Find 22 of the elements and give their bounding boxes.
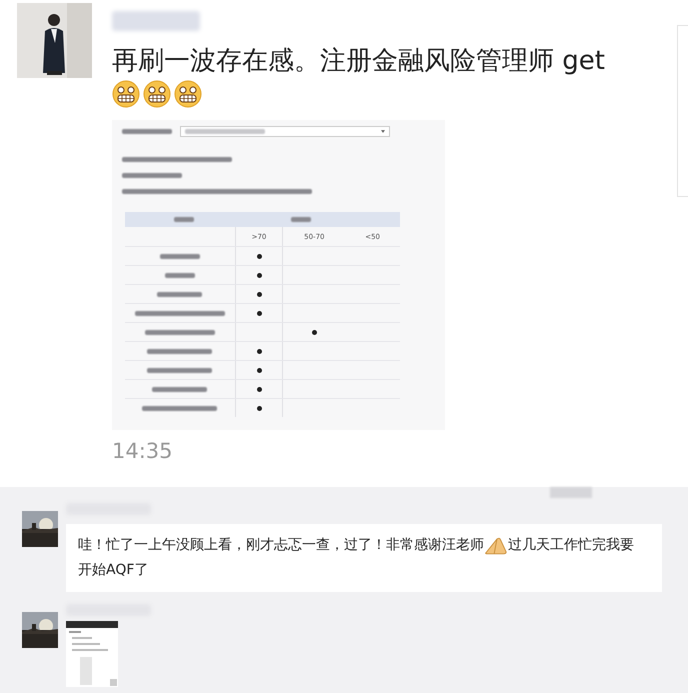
- screenshot-thumbnail[interactable]: [66, 621, 118, 687]
- grinning-emoji-icon: [112, 80, 140, 108]
- blurred-text: [147, 348, 212, 354]
- blurred-text: [157, 292, 202, 296]
- message-text: 哇！忙了一上午没顾上看，刚才忐忑一查，过了！非常感谢汪老师: [78, 536, 484, 555]
- caret-icon: [381, 130, 385, 133]
- blurred-text: [122, 173, 182, 178]
- blurred-text: [152, 386, 208, 392]
- blurred-timestamp: [550, 487, 592, 498]
- blurred-text: [291, 217, 312, 222]
- message-text: 过几天工作忙完我要: [508, 536, 634, 555]
- blurred-text: [174, 217, 194, 222]
- blurred-text: [147, 368, 212, 372]
- grinning-emoji-icon: [143, 80, 171, 108]
- message-text: 开始AQF了: [78, 561, 148, 580]
- post-time: 14:35: [112, 439, 174, 463]
- grinning-emoji-icon: [174, 80, 202, 108]
- blurred-text: [164, 272, 195, 278]
- blurred-text: [144, 330, 215, 334]
- post-text: 再刷一波存在感。注册金融风险管理师 get: [112, 45, 606, 78]
- blurred-text: [122, 129, 172, 134]
- blurred-text: [160, 254, 200, 258]
